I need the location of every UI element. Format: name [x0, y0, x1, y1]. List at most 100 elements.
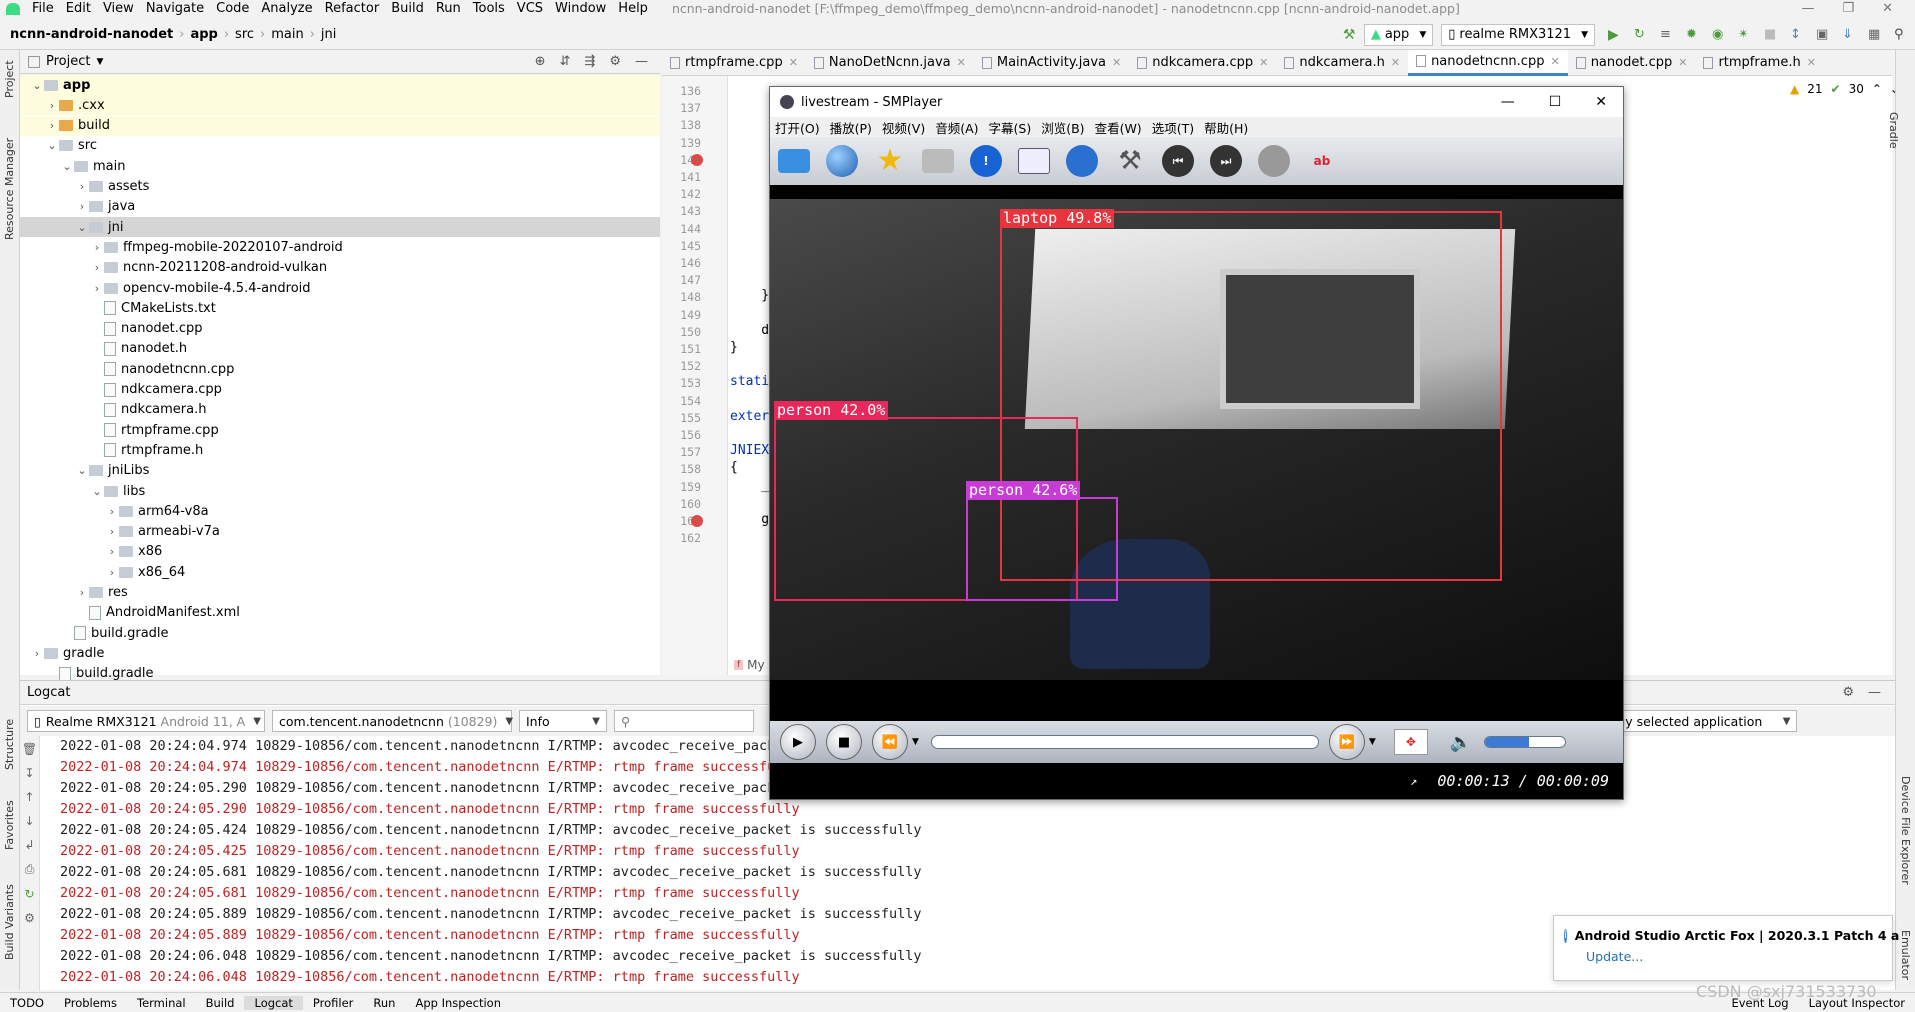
- info-icon[interactable]: !: [970, 145, 1002, 177]
- line-number[interactable]: 153: [680, 376, 701, 390]
- editor-tab-mainactivity-java[interactable]: MainActivity.java ✕: [974, 50, 1129, 76]
- player-menu-item[interactable]: 查看(W): [1090, 118, 1147, 137]
- prev-highlight-icon[interactable]: ⌃: [1872, 82, 1882, 96]
- tool-window-app-inspection[interactable]: App Inspection: [405, 996, 511, 1010]
- scroll-end-icon[interactable]: ↧: [24, 766, 34, 780]
- tree-item-jni[interactable]: ⌄ jni: [20, 217, 660, 238]
- menu-window[interactable]: Window: [549, 1, 612, 16]
- chevron-right-icon[interactable]: ›: [105, 545, 119, 558]
- tree-item-nanodet-h[interactable]: nanodet.h: [20, 339, 660, 359]
- hammer-icon[interactable]: ⚒: [1343, 27, 1359, 43]
- tree-item-armeabi-v7a[interactable]: › armeabi-v7a: [20, 522, 660, 542]
- volume-slider[interactable]: [1484, 736, 1567, 748]
- update-link[interactable]: Update...: [1586, 949, 1643, 964]
- search-icon[interactable]: ⚲: [1894, 27, 1910, 43]
- line-number[interactable]: 146: [680, 256, 701, 270]
- menu-view[interactable]: View: [97, 1, 140, 16]
- line-number[interactable]: 162: [680, 531, 701, 545]
- tree-item-x86[interactable]: › x86: [20, 542, 660, 562]
- chevron-down-icon[interactable]: ⌄: [75, 221, 89, 234]
- avd-manager-icon[interactable]: ▣: [1816, 27, 1832, 43]
- apply-code-icon[interactable]: ≡: [1660, 27, 1676, 43]
- log-search-input[interactable]: ⚲: [614, 710, 754, 732]
- emulator-tool-tab[interactable]: Emulator: [1899, 930, 1912, 980]
- tree-item-app[interactable]: ⌄ app: [20, 75, 660, 95]
- build-variants-tool-tab[interactable]: Build Variants: [3, 884, 16, 960]
- line-number[interactable]: 155: [680, 411, 701, 425]
- player-menu-item[interactable]: 浏览(B): [1036, 118, 1089, 137]
- rewind-menu-icon[interactable]: ▼: [912, 737, 919, 747]
- video-area[interactable]: laptop 49.8% person 42.0% person 42.6%: [770, 185, 1623, 692]
- breadcrumb-project[interactable]: ncnn-android-nanodet: [0, 27, 177, 42]
- chevron-right-icon[interactable]: ›: [75, 200, 89, 213]
- tree-item-ndkcamera-cpp[interactable]: ndkcamera.cpp: [20, 380, 660, 400]
- line-number[interactable]: 139: [680, 136, 701, 150]
- process-combo[interactable]: com.tencent.nanodetncnn (10829) ▼: [272, 710, 513, 732]
- volume-icon[interactable]: 🔈: [1450, 732, 1472, 753]
- tool-window-profiler[interactable]: Profiler: [303, 996, 364, 1010]
- tree-item-ffmpeg-mobile-20220107-android[interactable]: › ffmpeg-mobile-20220107-android: [20, 237, 660, 257]
- tree-item-libs[interactable]: ⌄ libs: [20, 481, 660, 501]
- fullscreen-icon[interactable]: ✥: [1393, 729, 1428, 755]
- player-menu-item[interactable]: 视频(V): [877, 118, 930, 137]
- device-select[interactable]: ▯ realme RMX3121 ▼: [1441, 23, 1595, 46]
- prev-icon[interactable]: ⏮: [1162, 145, 1194, 177]
- tool-window-run[interactable]: Run: [363, 996, 405, 1010]
- audio-icon[interactable]: [1258, 145, 1290, 177]
- line-number[interactable]: 143: [680, 204, 701, 218]
- favorites-tool-tab[interactable]: Favorites: [3, 800, 16, 850]
- tools-icon[interactable]: ⚒: [1114, 145, 1146, 177]
- player-menu-item[interactable]: 字幕(S): [984, 118, 1037, 137]
- trash-icon[interactable]: 🗑: [22, 742, 37, 756]
- arrow-down-icon[interactable]: ↓: [24, 814, 34, 828]
- film-icon[interactable]: [1066, 145, 1098, 177]
- player-menu-item[interactable]: 音频(A): [930, 118, 983, 137]
- tree-item-build-gradle[interactable]: build.gradle: [20, 623, 660, 643]
- tree-item-rtmpframe-cpp[interactable]: rtmpframe.cpp: [20, 420, 660, 440]
- chevron-right-icon[interactable]: ›: [90, 282, 104, 295]
- print-icon[interactable]: ⎙: [25, 862, 35, 877]
- menu-help[interactable]: Help: [612, 1, 654, 16]
- run-config-select[interactable]: ▲ app ▼: [1363, 23, 1434, 46]
- chevron-down-icon[interactable]: ⌄: [45, 139, 59, 152]
- chevron-right-icon[interactable]: ›: [105, 525, 119, 538]
- layout-inspector-icon[interactable]: ▦: [1868, 27, 1884, 43]
- project-view-select[interactable]: Project: [46, 54, 90, 69]
- screenshot-icon[interactable]: [922, 149, 954, 173]
- sdk-manager-icon[interactable]: ⇓: [1842, 27, 1858, 43]
- line-number[interactable]: 145: [680, 239, 701, 253]
- tree-item--cxx[interactable]: › .cxx: [20, 95, 660, 116]
- breadcrumb-jni[interactable]: jni: [317, 27, 340, 42]
- soft-wrap-icon[interactable]: ↲: [24, 838, 34, 852]
- line-number[interactable]: 152: [680, 359, 701, 373]
- tree-item-res[interactable]: › res: [20, 583, 660, 603]
- open-folder-icon[interactable]: [778, 149, 810, 173]
- line-number[interactable]: 150: [680, 325, 701, 339]
- close-tab-icon[interactable]: ✕: [1259, 56, 1268, 69]
- rewind-button[interactable]: ⏪: [872, 724, 908, 760]
- line-number[interactable]: 151: [680, 342, 701, 356]
- menu-tools[interactable]: Tools: [467, 1, 511, 16]
- forward-menu-icon[interactable]: ▼: [1369, 737, 1376, 747]
- stop-icon[interactable]: ■: [1764, 27, 1780, 43]
- tree-item-cmakelists-txt[interactable]: CMakeLists.txt: [20, 298, 660, 318]
- breakpoint-icon[interactable]: [691, 515, 703, 527]
- line-number[interactable]: 142: [680, 187, 701, 201]
- line-number[interactable]: 158: [680, 462, 701, 476]
- chevron-right-icon[interactable]: ›: [45, 119, 59, 132]
- check-icon[interactable]: ✔: [1831, 82, 1841, 96]
- chevron-right-icon[interactable]: ›: [75, 586, 89, 599]
- tree-item-nanodetncnn-cpp[interactable]: nanodetncnn.cpp: [20, 359, 660, 379]
- line-number[interactable]: 148: [680, 290, 701, 304]
- tree-item-java[interactable]: › java: [20, 197, 660, 217]
- breakpoint-icon[interactable]: [691, 153, 703, 166]
- tree-item-jnilibs[interactable]: ⌄ jniLibs: [20, 461, 660, 481]
- tree-item-x86-64[interactable]: › x86_64: [20, 562, 660, 582]
- line-number[interactable]: 138: [680, 118, 701, 132]
- maximize-icon[interactable]: ☐: [1549, 94, 1562, 110]
- line-number[interactable]: 136: [680, 84, 701, 98]
- chevron-right-icon[interactable]: ›: [45, 99, 59, 112]
- tree-item-opencv-mobile-4-5-4-android[interactable]: › opencv-mobile-4.5.4-android: [20, 278, 660, 298]
- line-number[interactable]: 160: [680, 497, 701, 511]
- close-tab-icon[interactable]: ✕: [1807, 56, 1816, 69]
